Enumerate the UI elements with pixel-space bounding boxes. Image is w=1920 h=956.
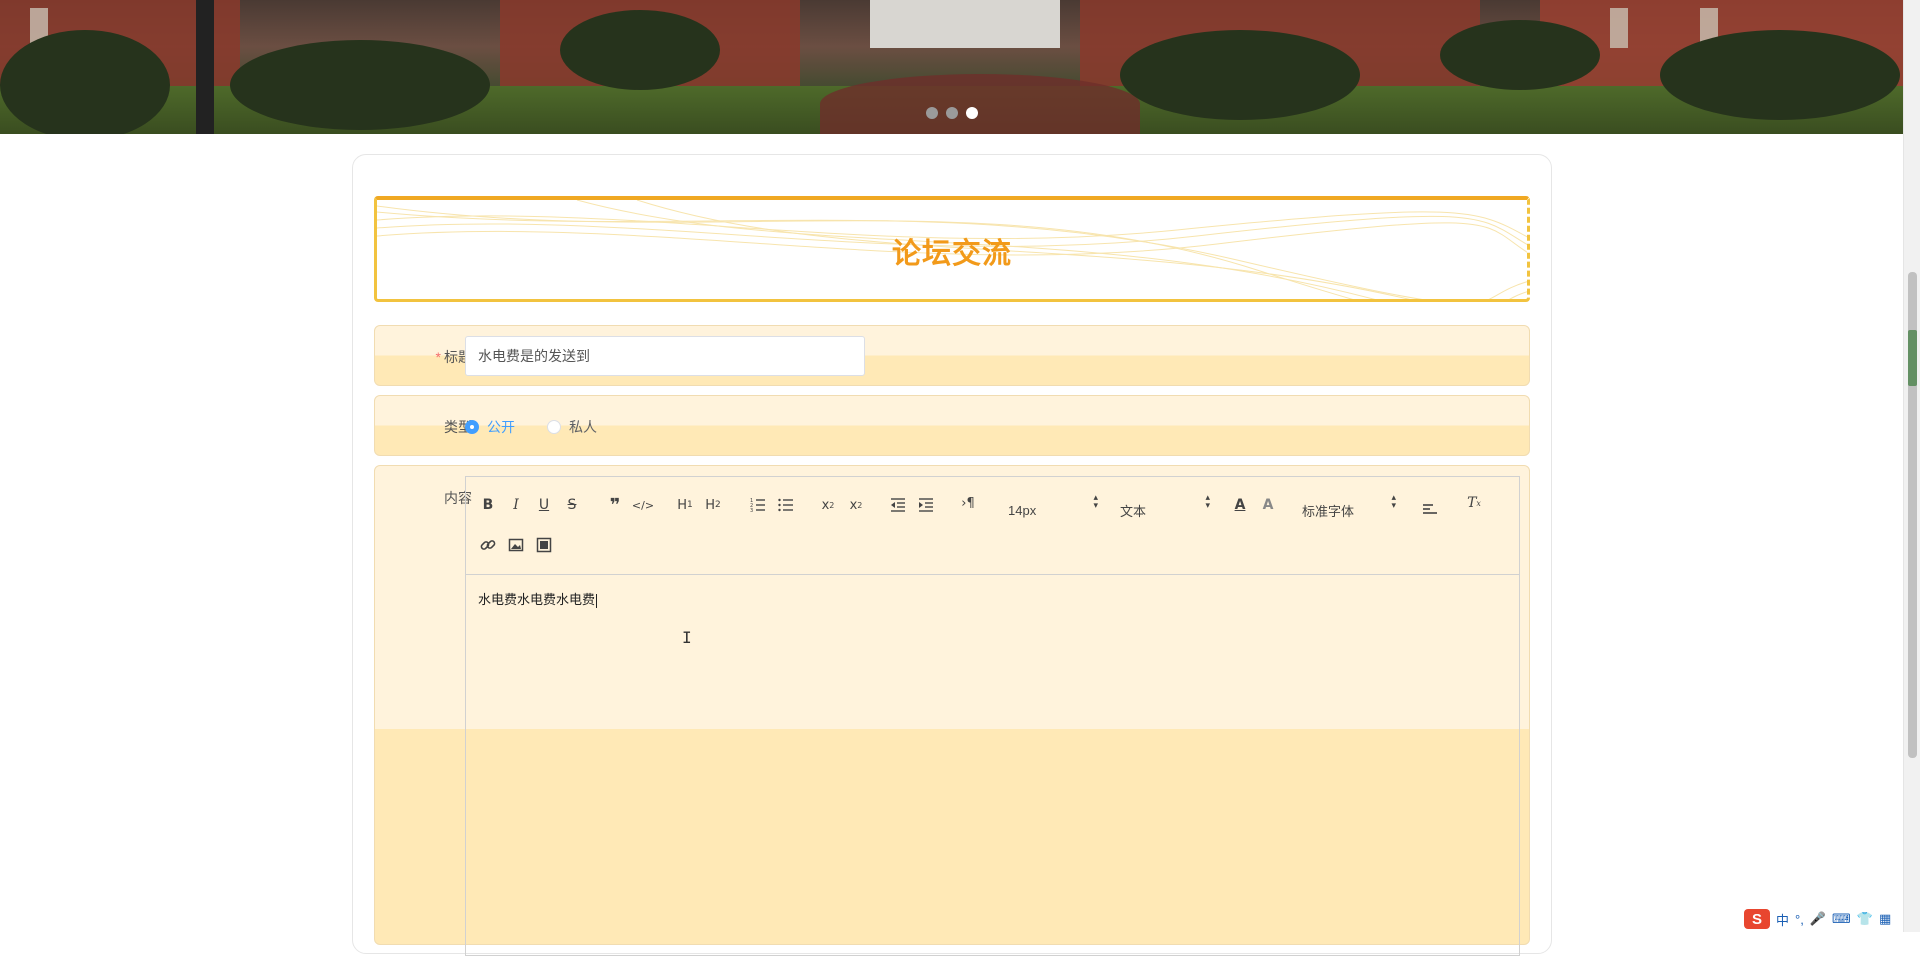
form-row-content: 内容 B I U S ❞ </> H1 H2 123 x2 x2 ›¶ 14px…	[374, 465, 1530, 956]
bold-icon[interactable]: B	[476, 493, 500, 517]
link-icon[interactable]	[476, 533, 500, 557]
form-row-type: 类型 公开 私人	[374, 395, 1530, 456]
page-title-box: 论坛交流	[374, 196, 1530, 302]
banner-tree	[1440, 20, 1600, 90]
ordered-list-icon[interactable]: 123	[746, 493, 770, 517]
background-color-icon[interactable]: A	[1256, 493, 1280, 517]
header-select[interactable]: 文本 ▴ ▾	[1120, 491, 1210, 519]
video-icon[interactable]	[532, 533, 556, 557]
microphone-icon[interactable]: 🎤	[1810, 911, 1826, 927]
text-caret	[596, 593, 598, 608]
select-arrow-icon: ▴ ▾	[1205, 492, 1210, 510]
banner-tree	[230, 40, 490, 130]
radio-circle	[547, 420, 561, 434]
carousel-dot-3[interactable]	[966, 107, 978, 119]
grid-icon[interactable]: ▦	[1879, 911, 1891, 927]
code-block-icon[interactable]: </>	[631, 493, 655, 517]
radio-circle	[465, 420, 479, 434]
superscript-icon[interactable]: x2	[844, 493, 868, 517]
banner-path	[820, 74, 1140, 134]
page-scrollbar[interactable]	[1903, 0, 1920, 932]
sogou-logo-icon[interactable]: S	[1744, 909, 1770, 929]
bullet-list-icon[interactable]	[774, 493, 798, 517]
carousel-indicators	[926, 107, 978, 119]
font-family-select[interactable]: 标准字体 ▴ ▾	[1302, 491, 1396, 519]
font-family-value: 标准字体	[1302, 503, 1355, 519]
radio-public-label: 公开	[487, 419, 515, 435]
text-cursor-icon: I	[682, 628, 692, 647]
heading2-icon[interactable]: H2	[701, 493, 725, 517]
ime-lang[interactable]: 中	[1776, 910, 1789, 929]
underline-icon[interactable]: U	[532, 493, 556, 517]
ime-punct[interactable]: °,	[1795, 912, 1804, 927]
heading1-icon[interactable]: H1	[673, 493, 697, 517]
strike-icon[interactable]: S	[560, 493, 584, 517]
banner-gate	[870, 0, 1060, 48]
banner-tree	[0, 30, 170, 134]
select-arrow-icon: ▴ ▾	[1391, 492, 1396, 510]
banner-tree	[1660, 30, 1900, 120]
font-color-icon[interactable]: A	[1228, 493, 1252, 517]
outdent-icon[interactable]	[886, 493, 910, 517]
carousel-dot-1[interactable]	[926, 107, 938, 119]
scrollbar-marker	[1908, 330, 1917, 386]
page-title: 论坛交流	[891, 238, 1012, 270]
text-direction-icon[interactable]: ›¶	[956, 491, 980, 515]
banner-tree	[1120, 30, 1360, 120]
blockquote-icon[interactable]: ❞	[603, 493, 627, 517]
editor-toolbar: B I U S ❞ </> H1 H2 123 x2 x2 ›¶ 14px ▴ …	[466, 477, 1519, 575]
banner-window	[1610, 8, 1628, 48]
font-size-select[interactable]: 14px ▴ ▾	[1008, 491, 1098, 518]
radio-private-label: 私人	[569, 419, 597, 435]
banner-lamp-pole	[196, 0, 214, 134]
radio-public[interactable]: 公开	[465, 417, 515, 437]
skin-icon[interactable]: 👕	[1857, 911, 1873, 927]
select-arrow-icon: ▴ ▾	[1093, 492, 1098, 510]
required-mark: *	[435, 349, 441, 365]
banner-carousel	[0, 0, 1903, 134]
subscript-icon[interactable]: x2	[816, 493, 840, 517]
editor-content-text: 水电费水电费水电费	[478, 592, 596, 607]
radio-private[interactable]: 私人	[547, 417, 597, 437]
svg-text:3: 3	[750, 508, 753, 513]
image-icon[interactable]	[504, 533, 528, 557]
title-input[interactable]	[465, 336, 865, 376]
align-icon[interactable]	[1418, 497, 1442, 521]
italic-icon[interactable]: I	[504, 493, 528, 517]
editor-content-area[interactable]: 水电费水电费水电费	[466, 575, 1519, 622]
indent-icon[interactable]	[914, 493, 938, 517]
font-size-value: 14px	[1008, 502, 1037, 518]
ime-toolbar: S 中 °, 🎤 ⌨ 👕 ▦	[1740, 908, 1896, 930]
keyboard-icon[interactable]: ⌨	[1832, 911, 1851, 927]
header-select-value: 文本	[1120, 503, 1147, 519]
form-row-title: * 标题	[374, 325, 1530, 386]
banner-tree	[560, 10, 720, 90]
rich-text-editor: B I U S ❞ </> H1 H2 123 x2 x2 ›¶ 14px ▴ …	[465, 476, 1520, 956]
clear-format-icon[interactable]: Tx	[1462, 491, 1486, 515]
carousel-dot-2[interactable]	[946, 107, 958, 119]
